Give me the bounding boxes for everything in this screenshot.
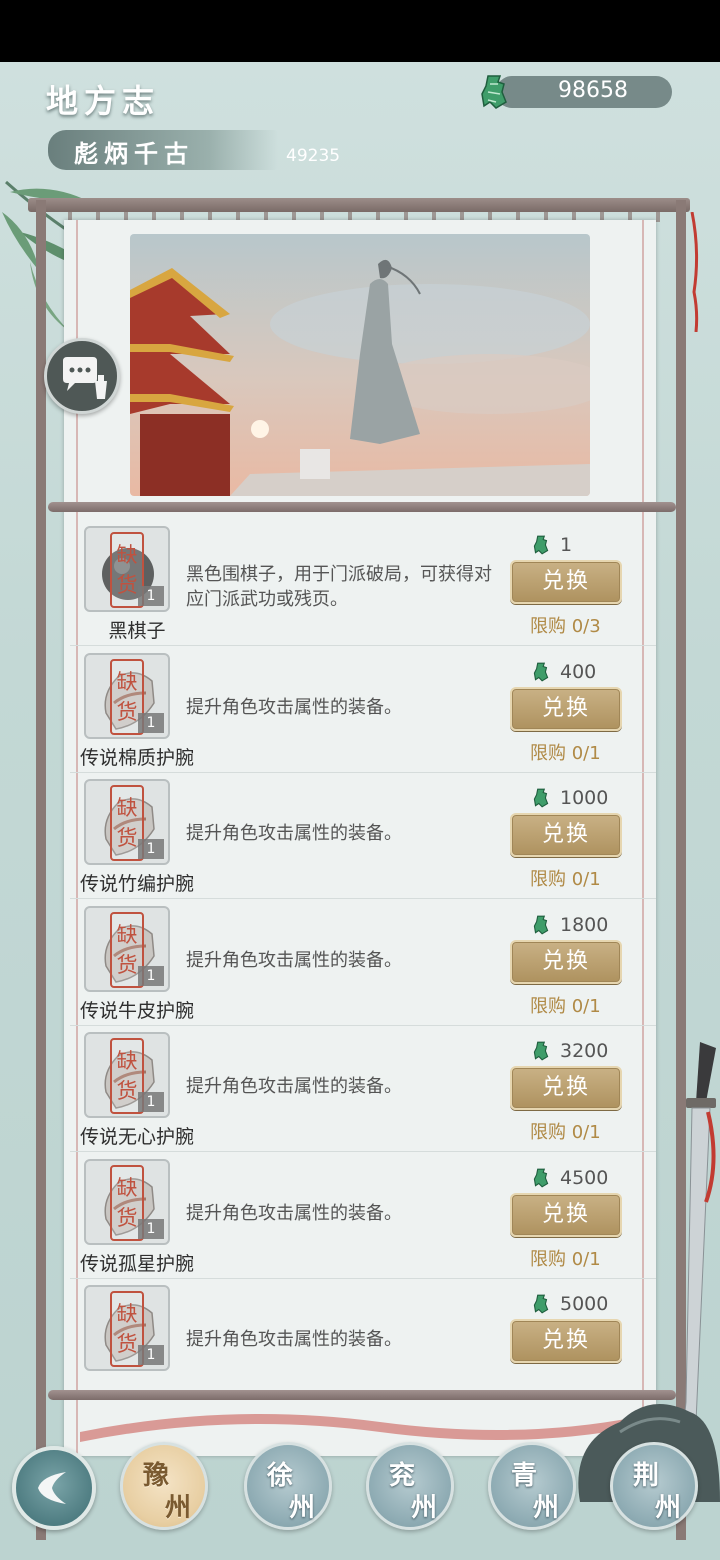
price-value: 5000: [560, 1293, 609, 1315]
currency-amount: 98658: [558, 78, 628, 103]
item-name: 传说孤星护腕: [79, 1252, 194, 1275]
region-tab-char: 州: [655, 1493, 682, 1523]
item-quantity: 1: [138, 586, 164, 606]
shop-item-row: 缺货 1 提升角色攻击属性的装备。 5000 兑换: [70, 1279, 656, 1390]
status-bar: [0, 0, 720, 62]
item-thumbnail[interactable]: 缺货 1: [84, 526, 170, 612]
shop-item-row: 缺货 1 传说棉质护腕 提升角色攻击属性的装备。 400 兑换限购 0/1: [70, 647, 656, 773]
item-quantity: 1: [138, 712, 164, 733]
item-thumbnail[interactable]: 缺货 1: [84, 1032, 170, 1118]
item-quantity: 1: [138, 965, 164, 986]
jade-pendant-icon: [533, 788, 549, 808]
price-value: 400: [560, 660, 597, 683]
shop-item-row: 缺货 1 传说牛皮护腕 提升角色攻击属性的装备。 1800 兑换限购 0/1: [70, 900, 656, 1026]
shop-item-row: 缺货 1 传说竹编护腕 提升角色攻击属性的装备。 1000 兑换限购 0/1: [70, 773, 656, 899]
jade-pendant-icon: [533, 535, 549, 555]
exchange-button[interactable]: 兑换: [510, 1319, 622, 1363]
region-tab-char: 州: [165, 1493, 192, 1523]
chat-button[interactable]: [44, 338, 120, 414]
price-value: 1800: [560, 913, 609, 936]
price-value: 1: [560, 534, 573, 556]
exchange-button[interactable]: 兑换: [510, 939, 622, 984]
purchase-limit: 限购 0/1: [530, 1248, 601, 1270]
item-description: 提升角色攻击属性的装备。: [186, 1076, 402, 1097]
exchange-button[interactable]: 兑换: [510, 1192, 622, 1237]
shop-screen: 地方志 彪炳千古 49235 98658 缺货 1 黑棋子 黑色围棋子，用于门派…: [0, 62, 720, 1560]
item-name: 传说竹编护腕: [79, 873, 194, 895]
item-description: 提升角色攻击属性的装备。: [186, 1329, 402, 1350]
jade-pendant-icon: [533, 1041, 549, 1061]
price-value: 1000: [560, 787, 609, 809]
frame-post-left: [36, 200, 46, 1540]
chat-bubble-icon: [63, 357, 107, 399]
region-tab[interactable]: 豫州: [120, 1442, 208, 1530]
list-top-rod: [48, 502, 676, 512]
region-tab-char: 州: [289, 1493, 316, 1523]
item-name: 传说无心护腕: [79, 1126, 194, 1148]
page-title: 地方志: [46, 82, 161, 120]
jade-pendant-icon: [533, 1168, 549, 1187]
item-description: 黑色围棋子，用于门派破局，可获得对应门派武功或残页。: [186, 564, 492, 610]
item-description: 提升角色攻击属性的装备。: [186, 696, 402, 718]
item-name: 传说牛皮护腕: [79, 999, 194, 1022]
item-list: 缺货 1 黑棋子 黑色围棋子，用于门派破局，可获得对应门派武功或残页。 1 兑换 限购 0/…: [70, 514, 656, 1390]
item-name: 黑棋子: [108, 620, 166, 642]
purchase-limit: 限购 0/1: [530, 995, 601, 1017]
exchange-button[interactable]: 兑换: [510, 1066, 622, 1110]
shop-item-row: 缺货 1 传说无心护腕 提升角色攻击属性的装备。 3200 兑换限购 0/1: [70, 1026, 656, 1152]
price-value: 3200: [560, 1040, 609, 1062]
item-thumbnail[interactable]: 缺货 1: [84, 905, 170, 992]
item-thumbnail[interactable]: 缺货 1: [84, 1285, 170, 1371]
jade-pendant-icon: [533, 662, 549, 681]
purchase-limit: 限购 0/1: [530, 1122, 601, 1143]
shop-item-row: 缺货 1 黑棋子 黑色围棋子，用于门派破局，可获得对应门派武功或残页。 1 兑换限购 0/…: [70, 520, 656, 646]
item-thumbnail[interactable]: 缺货 1: [84, 1158, 170, 1245]
exchange-button[interactable]: 兑换: [510, 813, 622, 857]
item-quantity: 1: [138, 1092, 164, 1112]
subtitle-text: 彪炳千古: [74, 139, 194, 168]
item-thumbnail[interactable]: 缺货 1: [84, 779, 170, 865]
jade-pendant-icon: [533, 1294, 549, 1314]
jade-pendant-icon: [533, 915, 549, 934]
frame-beam: [28, 198, 690, 212]
back-button[interactable]: [12, 1446, 96, 1530]
purchase-limit: 限购 0/1: [530, 742, 601, 764]
item-quantity: 1: [138, 839, 164, 859]
exchange-button[interactable]: 兑换: [510, 686, 622, 731]
item-quantity: 1: [138, 1218, 164, 1239]
back-arrow-icon: [38, 1472, 66, 1504]
item-description: 提升角色攻击属性的装备。: [186, 1202, 402, 1224]
item-description: 提升角色攻击属性的装备。: [186, 949, 402, 971]
jade-pendant-icon: [481, 75, 507, 109]
region-tab[interactable]: 徐州: [244, 1442, 332, 1530]
purchase-limit: 限购 0/3: [530, 616, 601, 637]
banner-illustration: [130, 234, 590, 496]
price-value: 4500: [560, 1166, 609, 1189]
purchase-limit: 限购 0/1: [530, 869, 601, 890]
shop-item-row: 缺货 1 传说孤星护腕 提升角色攻击属性的装备。 4500 兑换限购 0/1: [70, 1153, 656, 1279]
exchange-button[interactable]: 兑换: [510, 560, 622, 604]
item-name: 传说棉质护腕: [79, 746, 194, 769]
region-tab[interactable]: 青州: [488, 1442, 576, 1530]
item-thumbnail[interactable]: 缺货 1: [84, 652, 170, 739]
region-tab-char: 州: [411, 1493, 438, 1523]
region-tab-char: 州: [533, 1493, 560, 1523]
region-tab[interactable]: 荆州: [610, 1442, 698, 1530]
red-tassel-decoration: [690, 212, 699, 332]
region-tab[interactable]: 兖州: [366, 1442, 454, 1530]
subtitle-score: 49235: [286, 146, 341, 166]
item-quantity: 1: [138, 1345, 164, 1365]
item-description: 提升角色攻击属性的装备。: [186, 823, 402, 844]
